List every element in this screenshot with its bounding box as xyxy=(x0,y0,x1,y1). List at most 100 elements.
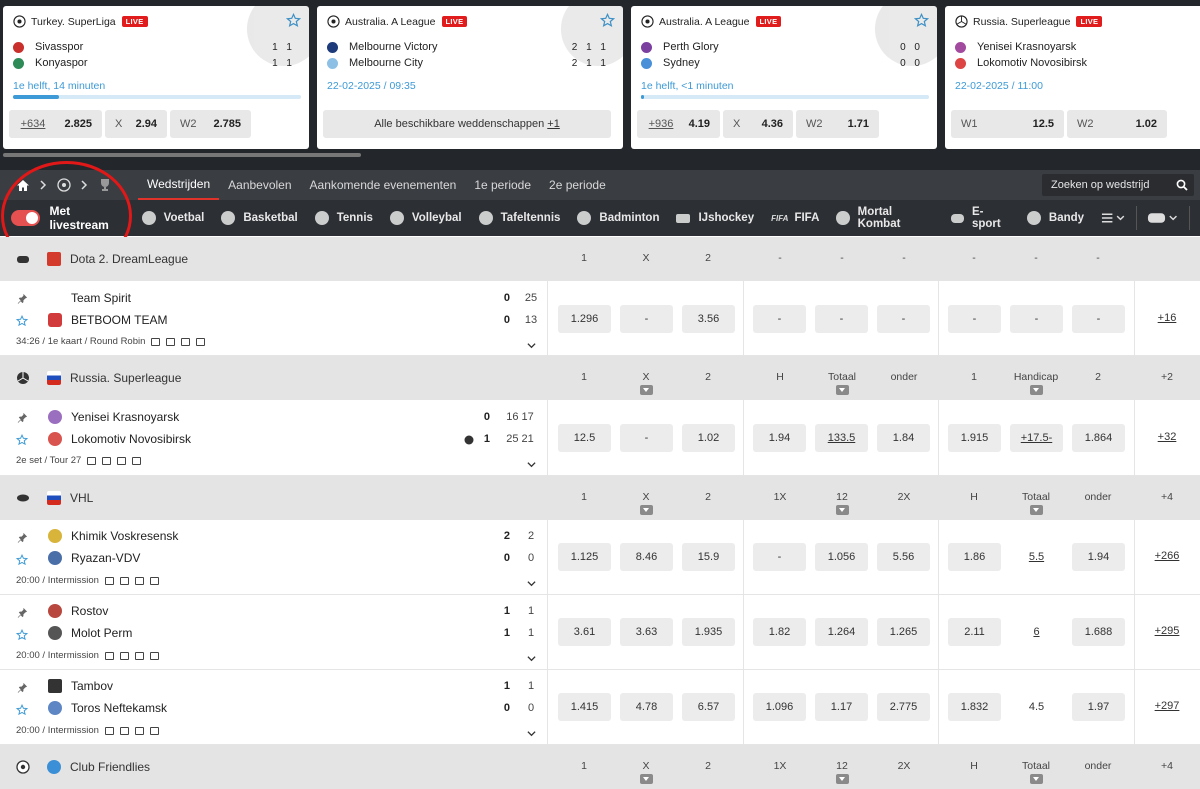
stats-icon[interactable] xyxy=(119,726,129,735)
odd-button[interactable]: 15.9 xyxy=(682,543,735,571)
list-icon[interactable] xyxy=(149,576,159,585)
chevron-down-icon[interactable] xyxy=(527,341,536,350)
odd-button-w1[interactable]: W1 12.5 xyxy=(951,110,1064,138)
column-header[interactable]: Totaal xyxy=(812,371,872,395)
league-header[interactable]: Russia. Superleague 1 X 2 H Totaal onder… xyxy=(0,356,1200,400)
match-row[interactable]: Tambov Toros Neftekamsk 1 0 1 0 20:00 / … xyxy=(0,670,1200,745)
favorite-star-icon[interactable] xyxy=(16,554,28,566)
league-header[interactable]: VHL 1 X 2 1X 12 2X H Totaal onder +4 xyxy=(0,476,1200,520)
more-markets-count[interactable]: +4 xyxy=(1137,491,1197,503)
league-header[interactable]: Dota 2. DreamLeague 1 X 2 - - - - - - xyxy=(0,237,1200,281)
odd-button[interactable]: 1.02 xyxy=(682,424,735,452)
odd-button[interactable]: 1.296 xyxy=(558,305,611,333)
list-icon[interactable] xyxy=(149,651,159,660)
odd-button[interactable]: 3.56 xyxy=(682,305,735,333)
featured-match-card[interactable]: Australia. A League LIVE Perth Glory 0 0 … xyxy=(631,6,937,149)
odd-button[interactable]: 1.056 xyxy=(815,543,868,571)
pin-icon[interactable] xyxy=(17,412,28,423)
odd-button[interactable]: 1.264 xyxy=(815,618,868,646)
chart-icon[interactable] xyxy=(134,726,144,735)
favorite-star-icon[interactable] xyxy=(16,629,28,641)
tv-icon[interactable] xyxy=(104,651,114,660)
sport-tafeltennis[interactable]: Tafeltennis xyxy=(478,211,560,225)
pin-icon[interactable] xyxy=(17,293,28,304)
odd-button[interactable]: 1.096 xyxy=(753,693,806,721)
chart-icon[interactable] xyxy=(134,576,144,585)
odd-button[interactable]: 1.265 xyxy=(877,618,930,646)
favorite-star-icon[interactable] xyxy=(16,704,28,716)
featured-match-card[interactable]: Australia. A League LIVE Melbourne Victo… xyxy=(317,6,623,149)
odd-button[interactable]: 1.97 xyxy=(1072,693,1125,721)
more-bets-link[interactable]: +32 xyxy=(1142,431,1192,443)
sport-volleybal[interactable]: Volleybal xyxy=(389,211,462,225)
odd-button[interactable]: 4.78 xyxy=(620,693,673,721)
sport-voetbal[interactable]: Voetbal xyxy=(141,211,204,225)
tab-aanbevolen[interactable]: Aanbevolen xyxy=(219,170,300,200)
odd-button[interactable]: 1.915 xyxy=(948,424,1001,452)
column-header[interactable]: Totaal xyxy=(1006,760,1066,784)
stats-icon[interactable] xyxy=(119,651,129,660)
tv-icon[interactable] xyxy=(151,337,161,346)
list-icon[interactable] xyxy=(149,726,159,735)
odd-button[interactable]: - xyxy=(1072,305,1125,333)
odd-button[interactable]: 1.86 xyxy=(948,543,1001,571)
column-header[interactable]: Handicap xyxy=(1006,371,1066,395)
search-input[interactable] xyxy=(1051,179,1171,191)
carousel-scrollbar[interactable] xyxy=(3,153,361,157)
odd-button[interactable]: 1.688 xyxy=(1072,618,1125,646)
match-row[interactable]: Yenisei Krasnoyarsk Lokomotiv Novosibirs… xyxy=(0,400,1200,476)
column-header[interactable]: X xyxy=(616,371,676,395)
more-bets-link[interactable]: +266 xyxy=(1142,550,1192,562)
odd-button[interactable]: 2.775 xyxy=(877,693,930,721)
odd-button[interactable]: - xyxy=(620,424,673,452)
list-icon[interactable] xyxy=(196,337,206,346)
odd-button[interactable]: 1.84 xyxy=(877,424,930,452)
pin-icon[interactable] xyxy=(17,532,28,543)
odd-button[interactable]: - xyxy=(948,305,1001,333)
featured-match-card[interactable]: Turkey. SuperLiga LIVE Sivasspor 1 1 Kony… xyxy=(3,6,309,149)
tab-aankomende-evenementen[interactable]: Aankomende evenementen xyxy=(301,170,466,200)
chevron-down-icon[interactable] xyxy=(527,460,536,469)
gamepad-filter-icon[interactable] xyxy=(1147,211,1179,225)
odd-button[interactable]: - xyxy=(753,305,806,333)
odd-button[interactable]: 1.94 xyxy=(1072,543,1125,571)
odd-button[interactable]: - xyxy=(877,305,930,333)
sport-e-sport[interactable]: E-sport xyxy=(950,206,1010,230)
more-bets-link[interactable]: +634 xyxy=(9,110,57,138)
sport-basketbal[interactable]: Basketbal xyxy=(221,211,298,225)
total-line-button[interactable]: 4.5 xyxy=(1010,693,1063,721)
odd-button[interactable]: 6.57 xyxy=(682,693,735,721)
odd-button-w2[interactable]: W2 2.785 xyxy=(170,110,251,138)
match-row[interactable]: Khimik Voskresensk Ryazan-VDV 2 0 2 0 20… xyxy=(0,520,1200,595)
favorite-star-icon[interactable] xyxy=(16,315,28,327)
sport-bandy[interactable]: Bandy xyxy=(1026,211,1084,225)
list-icon[interactable] xyxy=(132,456,142,465)
featured-match-card[interactable]: Russia. Superleague LIVE Yenisei Krasnoy… xyxy=(945,6,1200,149)
odd-button[interactable]: 3.63 xyxy=(620,618,673,646)
column-header[interactable]: X xyxy=(616,491,676,515)
odd-button[interactable]: 3.61 xyxy=(558,618,611,646)
total-line-button[interactable]: 133.5 xyxy=(815,424,868,452)
column-header[interactable]: Totaal xyxy=(1006,491,1066,515)
tab-2e-periode[interactable]: 2e periode xyxy=(540,170,615,200)
more-bets-link[interactable]: +295 xyxy=(1142,625,1192,637)
odd-button[interactable]: 2.11 xyxy=(948,618,1001,646)
odd-button[interactable]: - xyxy=(1010,305,1063,333)
odd-button[interactable]: 1.415 xyxy=(558,693,611,721)
chart-icon[interactable] xyxy=(117,456,127,465)
column-header[interactable]: 12 xyxy=(812,760,872,784)
handicap-line-button[interactable]: +17.5- xyxy=(1010,424,1063,452)
match-row[interactable]: Rostov Molot Perm 1 1 1 1 20:00 / Interm… xyxy=(0,595,1200,670)
favorite-star-icon[interactable] xyxy=(16,434,28,446)
column-header[interactable]: 12 xyxy=(812,491,872,515)
all-bets-button[interactable]: Alle beschikbare weddenschappen +1 xyxy=(323,110,611,138)
column-header[interactable]: X xyxy=(616,760,676,784)
odd-button-w2[interactable]: W2 1.71 xyxy=(796,110,879,138)
more-markets-count[interactable]: +2 xyxy=(1137,371,1197,383)
tab-wedstrijden[interactable]: Wedstrijden xyxy=(138,170,220,200)
odd-button[interactable]: 1.125 xyxy=(558,543,611,571)
odd-button[interactable]: - xyxy=(815,305,868,333)
sport-mortal-kombat[interactable]: Mortal Kombat xyxy=(836,206,933,230)
more-sports-menu-icon[interactable] xyxy=(1101,212,1126,224)
pin-icon[interactable] xyxy=(17,682,28,693)
